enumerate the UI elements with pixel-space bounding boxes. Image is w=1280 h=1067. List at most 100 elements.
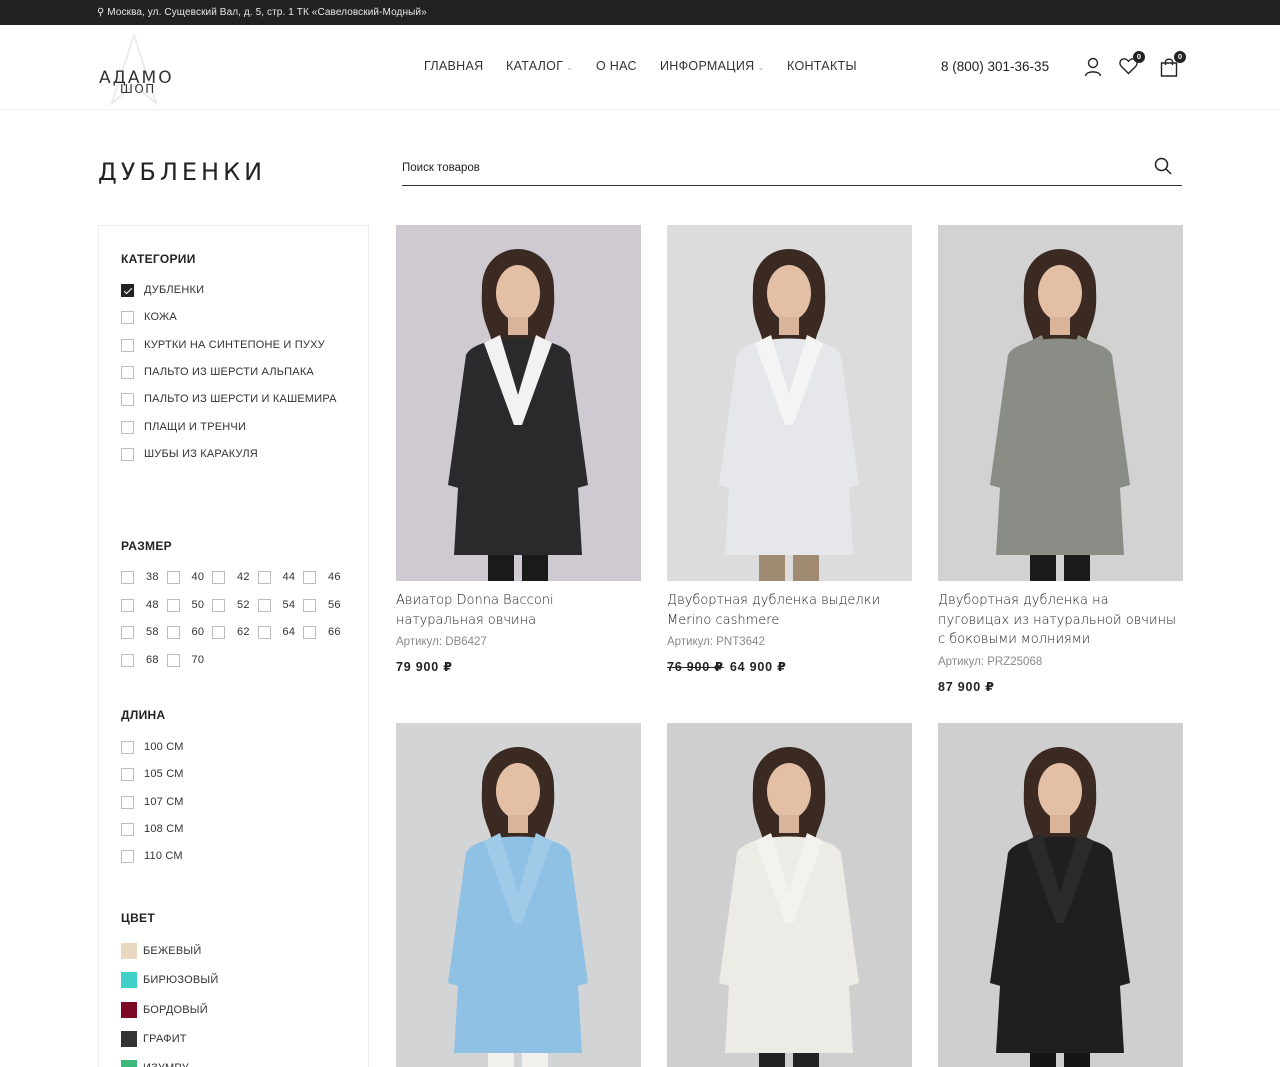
size-checkbox[interactable] [212, 626, 225, 639]
length-checkbox[interactable] [121, 822, 134, 836]
filter-sidebar: КАТЕГОРИИ ДУБЛЕНКИ КОЖА КУРТКИ НА СИНТЕПОН… [98, 225, 369, 1067]
category-label: ДУБЛЕНКИ [144, 284, 205, 296]
product-sku: Артикул: PRZ25068 [938, 655, 1043, 668]
current-price: 64 900 ₽ [729, 660, 787, 674]
product-photo-icon [396, 225, 641, 581]
size-checkbox[interactable] [121, 571, 134, 584]
nav-item-catalog[interactable]: КАТАЛОГ ⌄ [506, 59, 573, 73]
size-checkbox[interactable] [166, 598, 180, 612]
size-checkbox[interactable] [257, 626, 271, 639]
chevron-down-icon: ⌄ [566, 63, 574, 72]
size-checkbox[interactable] [121, 598, 134, 612]
category-checkbox[interactable] [121, 284, 134, 297]
product-card[interactable] [667, 723, 912, 1067]
product-photo-icon [396, 723, 641, 1067]
product-card[interactable]: Авиатор Donna Bacconi натуральная овчина… [396, 225, 641, 695]
color-label: ИЗУМРУ [143, 1062, 189, 1067]
nav-label: КОНТАКТЫ [787, 59, 857, 73]
color-swatch[interactable] [121, 943, 137, 959]
size-checkbox[interactable] [212, 571, 225, 584]
length-label: 107 СМ [144, 795, 184, 808]
product-image[interactable] [667, 723, 912, 1067]
size-label: 68 [146, 653, 159, 666]
search-icon [1154, 157, 1172, 175]
color-swatch[interactable] [121, 1001, 137, 1018]
category-checkbox[interactable] [121, 311, 134, 325]
size-checkbox[interactable] [257, 598, 271, 612]
size-checkbox[interactable] [166, 653, 180, 667]
wishlist-button[interactable]: 0 [1119, 51, 1145, 77]
search-button[interactable] [1154, 157, 1172, 180]
old-price: 76 900 ₽ [667, 660, 724, 674]
product-card[interactable]: Двубортная дубленка выделки Merino cashm… [667, 225, 912, 695]
size-checkbox[interactable] [121, 653, 134, 667]
product-price: 87 900 ₽ [938, 679, 995, 694]
search-input[interactable] [402, 156, 1122, 180]
category-label: ПАЛЬТО ИЗ ШЕРСТИ И КАШЕМИРА [144, 393, 337, 406]
size-label: 62 [237, 626, 250, 638]
nav-item-about[interactable]: О НАС [596, 59, 637, 73]
category-checkbox[interactable] [121, 338, 134, 352]
size-label: 60 [191, 626, 205, 638]
size-checkbox[interactable] [303, 571, 316, 584]
size-checkbox[interactable] [257, 571, 271, 584]
product-card[interactable] [396, 723, 641, 1067]
size-checkbox[interactable] [212, 598, 225, 612]
size-checkbox[interactable] [121, 626, 134, 639]
size-checkbox[interactable] [166, 626, 180, 639]
nav-item-home[interactable]: ГЛАВНАЯ [424, 59, 483, 73]
size-checkbox[interactable] [303, 626, 316, 639]
category-checkbox[interactable] [121, 365, 134, 379]
product-card[interactable]: Двубортная дубленка на пуговицах из нату… [938, 225, 1183, 695]
product-name[interactable]: Авиатор Donna Bacconi натуральная овчина [396, 591, 641, 630]
nav-item-contacts[interactable]: КОНТАКТЫ [787, 59, 857, 73]
size-label: 70 [191, 653, 205, 666]
size-label: 66 [328, 626, 341, 638]
color-swatch[interactable] [121, 1060, 137, 1067]
color-swatch[interactable] [121, 972, 137, 989]
product-image[interactable] [396, 225, 641, 581]
size-label: 64 [282, 626, 296, 638]
size-label: 48 [146, 598, 159, 611]
length-label: 108 СМ [144, 822, 184, 835]
category-checkbox[interactable] [121, 393, 134, 407]
category-checkbox[interactable] [121, 420, 134, 434]
cart-button[interactable]: 0 [1160, 51, 1186, 77]
top-bar: ⚲ Москва, ул. Сущевский Вал, д. 5, стр. … [0, 0, 1280, 25]
product-name[interactable]: Двубортная дубленка на пуговицах из нату… [938, 591, 1183, 650]
category-label: ШУБЫ ИЗ КАРАКУЛЯ [144, 447, 258, 460]
filter-title-size: РАЗМЕР [121, 539, 172, 553]
category-checkbox[interactable] [121, 447, 134, 461]
product-image[interactable] [667, 225, 912, 581]
product-name[interactable]: Двубортная дубленка выделки Merino cashm… [667, 591, 912, 630]
phone-link[interactable]: 8 (800) 301-36-35 [941, 59, 1049, 74]
logo[interactable]: АДАМО ШОП [96, 33, 176, 105]
nav-label: ГЛАВНАЯ [424, 59, 484, 73]
length-checkbox[interactable] [121, 741, 134, 754]
product-image[interactable] [938, 723, 1183, 1067]
cart-count-badge: 0 [1174, 51, 1186, 63]
color-swatch[interactable] [121, 1030, 137, 1047]
page-title: ДУБЛЕНКИ [98, 158, 267, 186]
length-checkbox[interactable] [121, 795, 134, 809]
product-image[interactable] [396, 723, 641, 1067]
category-label: ПАЛЬТО ИЗ ШЕРСТИ АЛЬПАКА [144, 365, 314, 378]
size-label: 54 [282, 598, 296, 611]
length-checkbox[interactable] [121, 850, 134, 864]
store-address: ⚲ Москва, ул. Сущевский Вал, д. 5, стр. … [97, 7, 427, 18]
size-checkbox[interactable] [166, 571, 180, 584]
size-checkbox[interactable] [303, 598, 316, 612]
product-image[interactable] [938, 225, 1183, 581]
nav-item-info[interactable]: ИНФОРМАЦИЯ ⌄ [660, 59, 764, 73]
size-label: 56 [328, 598, 341, 611]
account-button[interactable] [1084, 57, 1104, 77]
color-label: ГРАФИТ [143, 1032, 187, 1045]
product-sku: Артикул: DB6427 [396, 636, 487, 648]
category-label: ПЛАЩИ И ТРЕНЧИ [144, 420, 247, 433]
current-price: 79 900 ₽ [396, 660, 453, 674]
length-label: 105 СМ [144, 768, 184, 781]
product-card[interactable] [938, 723, 1183, 1067]
length-label: 110 СМ [144, 850, 183, 863]
filter-title-length: ДЛИНА [121, 708, 166, 722]
length-checkbox[interactable] [121, 768, 134, 782]
